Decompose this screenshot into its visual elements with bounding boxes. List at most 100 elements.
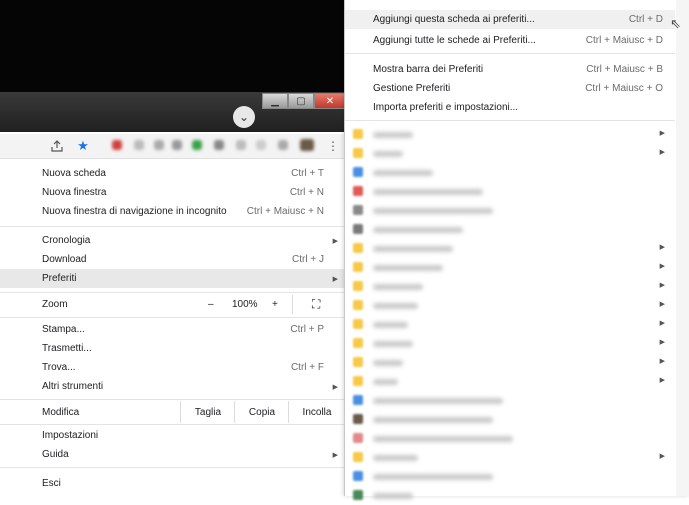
folder-icon xyxy=(353,281,363,291)
bookmark-folder[interactable]: ▶ xyxy=(345,353,675,372)
favicon-icon xyxy=(353,186,363,196)
menu-item-label: Mostra barra dei Preferiti xyxy=(373,64,484,75)
bookmark-manager[interactable]: Gestione Preferiti Ctrl + Maiusc + O xyxy=(345,79,675,98)
menu-item-bookmarks[interactable]: Preferiti ▶ xyxy=(0,269,344,288)
bookmark-title xyxy=(373,493,413,499)
extension-icon[interactable] xyxy=(172,140,182,150)
chevron-right-icon: ▶ xyxy=(659,377,665,384)
bookmark-title xyxy=(373,360,403,366)
bookmark-title xyxy=(373,246,453,252)
chevron-right-icon: ▶ xyxy=(659,320,665,327)
bookmark-title xyxy=(373,398,503,404)
bookmark-title xyxy=(373,227,463,233)
menu-item-edit: Modifica Taglia Copia Incolla xyxy=(0,401,344,423)
menu-item-help[interactable]: Guida ▶ xyxy=(0,445,344,464)
menu-item-new-tab[interactable]: Nuova scheda Ctrl + T xyxy=(0,164,344,183)
extension-icon[interactable] xyxy=(236,140,246,150)
bookmark-item[interactable] xyxy=(345,391,675,410)
menu-item-label: Cronologia xyxy=(42,235,91,246)
bookmark-item[interactable] xyxy=(345,429,675,448)
menu-item-label: Stampa... xyxy=(42,324,85,335)
bookmark-folder[interactable]: ▶ xyxy=(345,296,675,315)
bookmark-folder[interactable]: ▶ xyxy=(345,258,675,277)
bookmark-folder[interactable]: ▶ xyxy=(345,334,675,353)
bookmark-folder[interactable]: ▶ xyxy=(345,125,675,144)
bookmark-folder[interactable]: ▶ xyxy=(345,239,675,258)
paste-button[interactable]: Incolla xyxy=(288,401,345,423)
minimize-button[interactable]: ▁ xyxy=(262,93,288,109)
menu-item-shortcut: Ctrl + Maiusc + B xyxy=(586,64,663,75)
menu-item-downloads[interactable]: Download Ctrl + J xyxy=(0,250,344,269)
menu-item-label: Nuova scheda xyxy=(42,168,106,179)
bookmark-folder[interactable]: ▶ xyxy=(345,448,675,467)
close-button[interactable]: ✕ xyxy=(314,93,346,109)
divider xyxy=(345,53,675,54)
menu-item-shortcut: Ctrl + Maiusc + D xyxy=(585,35,663,46)
bookmark-all-tabs[interactable]: Aggiungi tutte le schede ai Preferiti...… xyxy=(345,31,675,50)
menu-item-label: Gestione Preferiti xyxy=(373,83,451,94)
folder-icon xyxy=(353,243,363,253)
extension-icon[interactable] xyxy=(214,140,224,150)
extension-icon[interactable] xyxy=(112,140,122,150)
menu-item-more-tools[interactable]: Altri strumenti ▶ xyxy=(0,377,344,396)
menu-item-find[interactable]: Trova... Ctrl + F xyxy=(0,358,344,377)
bookmark-title xyxy=(373,265,443,271)
chevron-right-icon: ▶ xyxy=(659,244,665,251)
bookmark-title xyxy=(373,436,513,442)
copy-button[interactable]: Copia xyxy=(234,401,289,423)
chevron-right-icon: ▶ xyxy=(332,451,338,459)
show-bookmarks-bar[interactable]: Mostra barra dei Preferiti Ctrl + Maiusc… xyxy=(345,60,675,79)
cut-button[interactable]: Taglia xyxy=(180,401,235,423)
chevron-right-icon: ▶ xyxy=(659,358,665,365)
folder-icon xyxy=(353,376,363,386)
folder-icon xyxy=(353,300,363,310)
bookmark-item[interactable] xyxy=(345,220,675,239)
bookmark-item[interactable] xyxy=(345,467,675,486)
maximize-button[interactable]: ▢ xyxy=(288,93,314,109)
extension-icon[interactable] xyxy=(154,140,164,150)
menu-item-shortcut: Ctrl + P xyxy=(290,324,324,335)
chevron-right-icon: ▶ xyxy=(332,383,338,391)
menu-item-print[interactable]: Stampa... Ctrl + P xyxy=(0,320,344,339)
menu-item-exit[interactable]: Esci xyxy=(0,474,344,493)
favicon-icon xyxy=(353,471,363,481)
menu-item-shortcut: Ctrl + T xyxy=(291,168,324,179)
bookmark-folder[interactable]: ▶ xyxy=(345,144,675,163)
chevron-right-icon: ▶ xyxy=(659,263,665,270)
star-icon[interactable]: ★ xyxy=(76,139,90,153)
chevron-down-icon[interactable]: ⌄ xyxy=(233,106,255,128)
chevron-right-icon: ▶ xyxy=(659,339,665,346)
extension-icon[interactable] xyxy=(134,140,144,150)
bookmark-folder[interactable]: ▶ xyxy=(345,277,675,296)
bookmark-item[interactable] xyxy=(345,163,675,182)
extension-icon[interactable] xyxy=(256,140,266,150)
share-icon[interactable] xyxy=(50,139,64,153)
menu-item-shortcut: Ctrl + D xyxy=(628,14,663,25)
menu-item-new-window[interactable]: Nuova finestra Ctrl + N xyxy=(0,183,344,202)
menu-item-history[interactable]: Cronologia ▶ xyxy=(0,231,344,250)
import-bookmarks[interactable]: Importa preferiti e impostazioni... xyxy=(345,98,675,117)
bookmark-folder[interactable]: ▶ xyxy=(345,372,675,391)
menu-item-settings[interactable]: Impostazioni xyxy=(0,426,344,445)
zoom-in-button[interactable]: + xyxy=(272,295,278,314)
divider xyxy=(0,226,344,227)
avatar[interactable] xyxy=(300,139,314,151)
menu-item-shortcut: Ctrl + F xyxy=(290,362,324,373)
menu-item-incognito[interactable]: Nuova finestra di navigazione in incogni… xyxy=(0,202,344,221)
fullscreen-icon[interactable]: ⛶ xyxy=(312,295,320,314)
extension-icon[interactable] xyxy=(192,140,202,150)
extension-icon[interactable] xyxy=(278,140,288,150)
bookmark-item[interactable] xyxy=(345,201,675,220)
scrollbar[interactable] xyxy=(676,0,689,496)
chevron-right-icon: ▶ xyxy=(659,130,665,137)
bookmark-this-tab[interactable]: Aggiungi questa scheda ai preferiti... C… xyxy=(345,10,675,29)
folder-icon xyxy=(353,452,363,462)
more-vert-icon[interactable]: ⋮ xyxy=(326,139,340,153)
bookmark-item[interactable] xyxy=(345,410,675,429)
menu-item-cast[interactable]: Trasmetti... xyxy=(0,339,344,358)
zoom-out-button[interactable]: – xyxy=(208,295,214,314)
divider xyxy=(0,317,344,318)
bookmark-folder[interactable]: ▶ xyxy=(345,315,675,334)
folder-icon xyxy=(353,129,363,139)
bookmark-item[interactable] xyxy=(345,182,675,201)
